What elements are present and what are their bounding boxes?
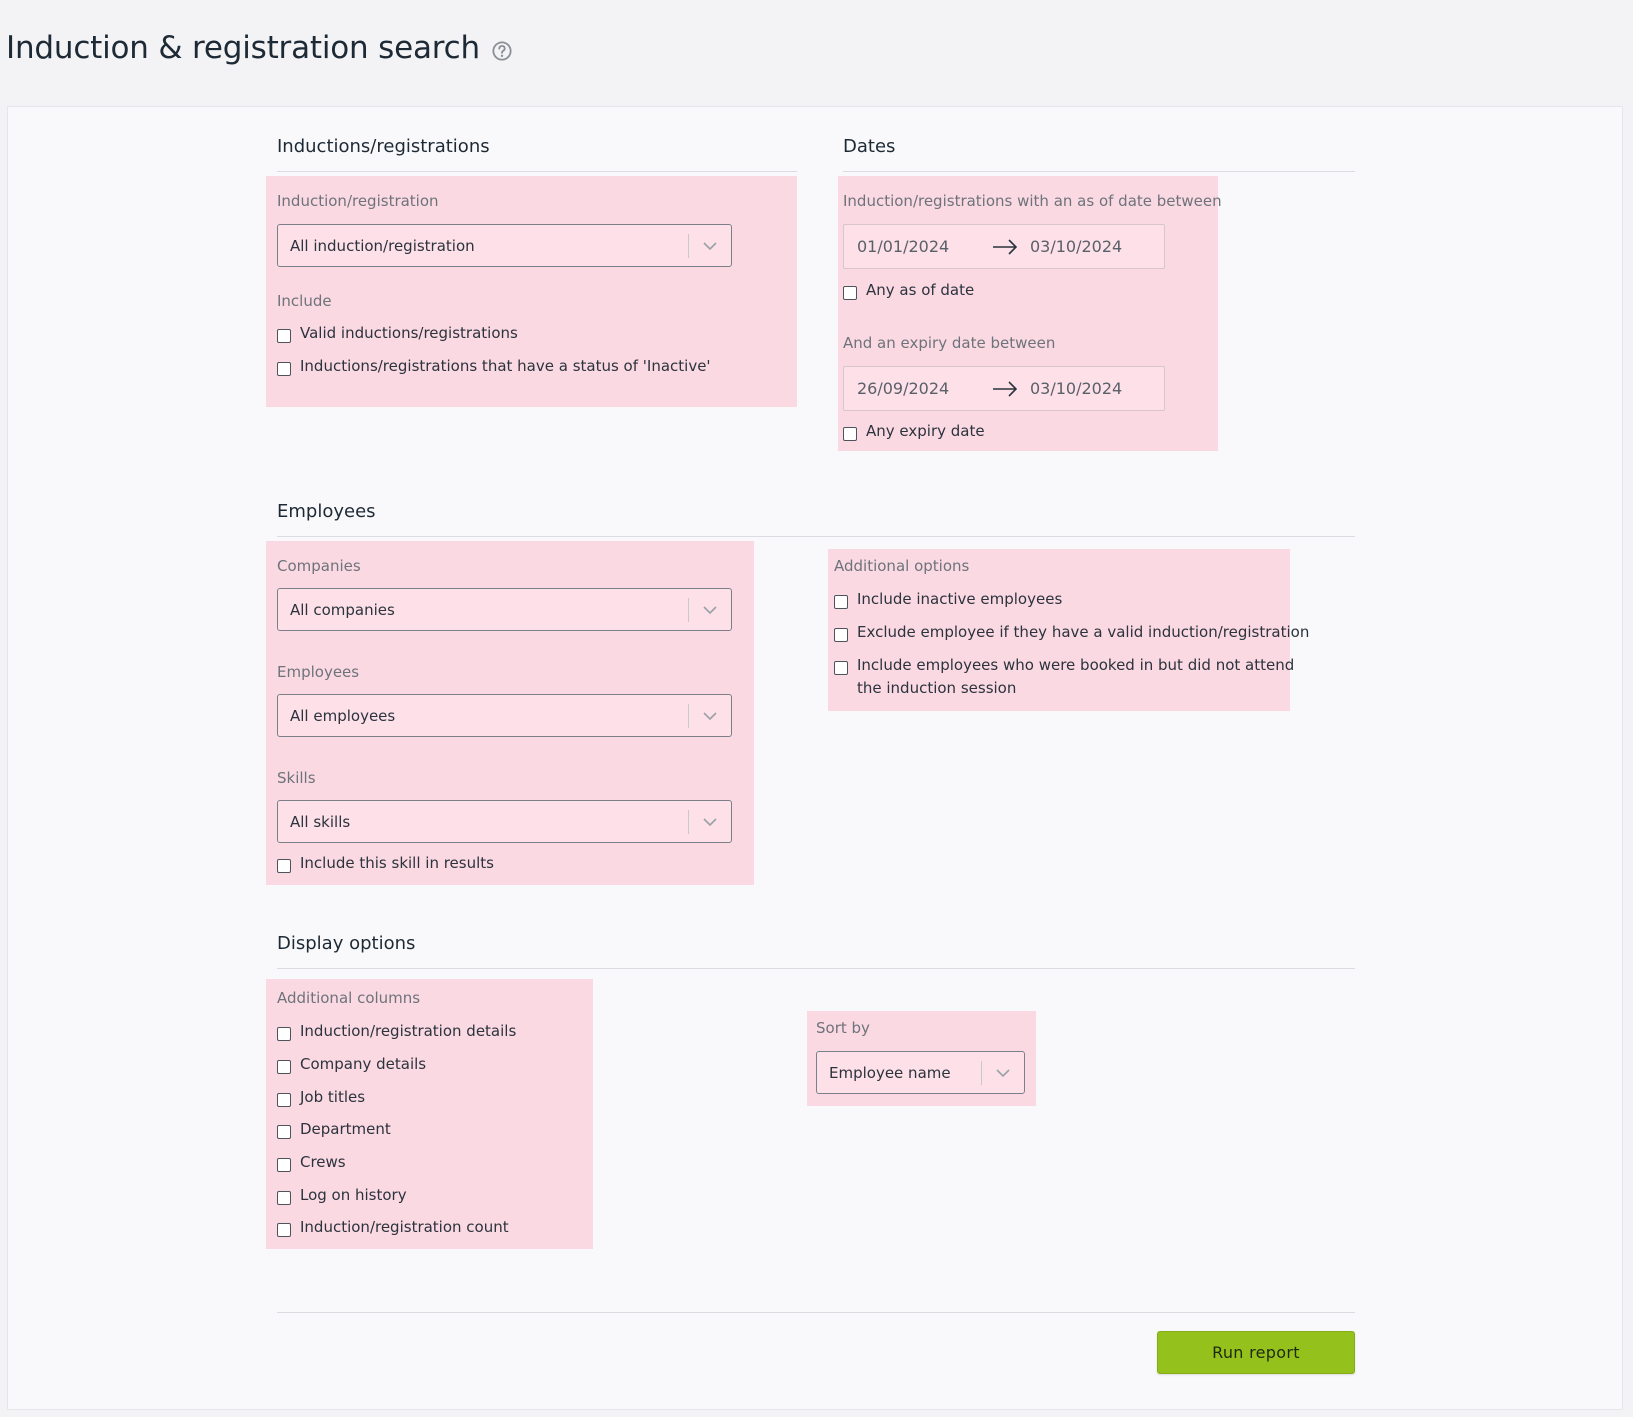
any-expiry-option[interactable]: Any expiry date (843, 420, 985, 443)
footer-divider (277, 1312, 1355, 1313)
as-of-from-date[interactable]: 01/01/2024 (857, 237, 949, 256)
include-booked-option[interactable]: Include employees who were booked in but… (834, 654, 1294, 700)
column-label: Job titles (300, 1088, 366, 1106)
include-inactive-option[interactable]: Inductions/registrations that have a sta… (277, 355, 711, 378)
column-checkbox[interactable] (277, 1158, 291, 1172)
column-label: Induction/registration count (300, 1218, 509, 1236)
column-option[interactable]: Crews (277, 1151, 346, 1174)
sort-by-label: Sort by (816, 1019, 870, 1037)
sort-by-select[interactable]: Employee name (816, 1051, 1025, 1094)
include-booked-checkbox[interactable] (834, 661, 848, 675)
column-label: Department (300, 1120, 391, 1138)
skills-select[interactable]: All skills (277, 800, 732, 843)
include-skill-option[interactable]: Include this skill in results (277, 852, 494, 875)
column-option[interactable]: Log on history (277, 1184, 407, 1207)
employees-select-value: All employees (290, 706, 396, 725)
page-title-text: Induction & registration search (6, 30, 480, 66)
skills-select-value: All skills (290, 812, 351, 831)
column-label: Crews (300, 1153, 346, 1171)
column-option[interactable]: Induction/registration count (277, 1216, 509, 1239)
additional-options-label: Additional options (834, 557, 970, 575)
column-checkbox[interactable] (277, 1027, 291, 1041)
any-as-of-option[interactable]: Any as of date (843, 279, 974, 302)
column-checkbox[interactable] (277, 1093, 291, 1107)
induction-type-select[interactable]: All induction/registration (277, 224, 732, 267)
include-inactive-label: Inductions/registrations that have a sta… (300, 357, 711, 375)
section-heading-dates: Dates (843, 136, 1355, 172)
chevron-down-icon (689, 241, 731, 250)
search-form-panel (7, 106, 1623, 1410)
include-inactive-checkbox[interactable] (277, 362, 291, 376)
include-booked-label-line1: Include employees who were booked in but… (857, 656, 1295, 674)
chevron-down-icon (689, 605, 731, 614)
any-expiry-checkbox[interactable] (843, 427, 857, 441)
include-label: Include (277, 292, 332, 310)
help-icon[interactable] (492, 40, 512, 61)
induction-type-select-value: All induction/registration (290, 236, 475, 255)
expiry-date-label: And an expiry date between (843, 334, 1056, 352)
column-option[interactable]: Company details (277, 1053, 426, 1076)
sort-by-select-value: Employee name (829, 1063, 951, 1082)
companies-select[interactable]: All companies (277, 588, 732, 631)
skills-label: Skills (277, 769, 316, 787)
include-booked-label: Include employees who were booked in but… (857, 654, 1294, 700)
exclude-valid-label: Exclude employee if they have a valid in… (857, 623, 1310, 641)
include-skill-label: Include this skill in results (300, 854, 494, 872)
column-label: Log on history (300, 1186, 407, 1204)
any-as-of-checkbox[interactable] (843, 286, 857, 300)
section-heading-display: Display options (277, 933, 1355, 969)
section-heading-employees: Employees (277, 501, 1355, 537)
chevron-down-icon (689, 817, 731, 826)
as-of-to-date[interactable]: 03/10/2024 (1030, 237, 1122, 256)
include-inactive-employees-label: Include inactive employees (857, 590, 1063, 608)
as-of-date-range[interactable]: 01/01/2024 03/10/2024 (843, 224, 1165, 269)
companies-label: Companies (277, 557, 361, 575)
column-option[interactable]: Induction/registration details (277, 1020, 516, 1043)
companies-select-value: All companies (290, 600, 395, 619)
column-checkbox[interactable] (277, 1223, 291, 1237)
arrow-right-icon (991, 237, 1019, 257)
as-of-date-label: Induction/registrations with an as of da… (843, 192, 1222, 210)
column-checkbox[interactable] (277, 1060, 291, 1074)
any-expiry-label: Any expiry date (866, 422, 985, 440)
column-checkbox[interactable] (277, 1191, 291, 1205)
induction-type-label: Induction/registration (277, 192, 439, 210)
run-report-button[interactable]: Run report (1157, 1331, 1355, 1374)
exclude-valid-option[interactable]: Exclude employee if they have a valid in… (834, 621, 1309, 644)
expiry-from-date[interactable]: 26/09/2024 (857, 379, 949, 398)
section-heading-inductions: Inductions/registrations (277, 136, 797, 172)
employees-select[interactable]: All employees (277, 694, 732, 737)
include-valid-option[interactable]: Valid inductions/registrations (277, 322, 518, 345)
column-label: Induction/registration details (300, 1022, 517, 1040)
additional-columns-label: Additional columns (277, 989, 421, 1007)
any-as-of-label: Any as of date (866, 281, 975, 299)
column-checkbox[interactable] (277, 1125, 291, 1139)
include-booked-label-line2: the induction session (857, 679, 1017, 697)
include-valid-label: Valid inductions/registrations (300, 324, 518, 342)
page-title: Induction & registration search (6, 30, 512, 66)
employees-label: Employees (277, 663, 360, 681)
chevron-down-icon (689, 711, 731, 720)
include-inactive-employees-checkbox[interactable] (834, 595, 848, 609)
column-option[interactable]: Job titles (277, 1086, 365, 1109)
expiry-date-range[interactable]: 26/09/2024 03/10/2024 (843, 366, 1165, 411)
column-option[interactable]: Department (277, 1118, 391, 1141)
include-inactive-employees-option[interactable]: Include inactive employees (834, 588, 1062, 611)
include-valid-checkbox[interactable] (277, 329, 291, 343)
expiry-to-date[interactable]: 03/10/2024 (1030, 379, 1122, 398)
column-label: Company details (300, 1055, 427, 1073)
arrow-right-icon (991, 379, 1019, 399)
include-skill-checkbox[interactable] (277, 859, 291, 873)
chevron-down-icon (982, 1068, 1024, 1077)
exclude-valid-checkbox[interactable] (834, 628, 848, 642)
